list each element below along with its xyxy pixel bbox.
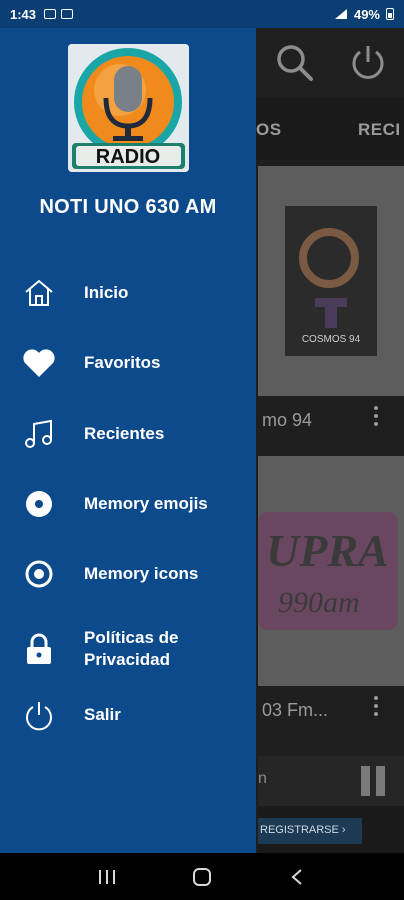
more-options-icon[interactable] — [374, 696, 378, 720]
menu-item-label: Memory icons — [84, 564, 199, 583]
home-icon — [22, 276, 56, 310]
menu-item-label: Políticas de Privacidad — [84, 628, 179, 669]
upra-logo-text: UPRA — [266, 525, 389, 576]
battery-percent: 49% — [353, 6, 380, 22]
more-options-icon[interactable] — [374, 406, 378, 430]
station-card[interactable]: COSMOS 94 mo 94 — [258, 166, 404, 448]
menu-item-label: Favoritos — [84, 353, 161, 372]
mini-player[interactable]: n — [258, 756, 404, 806]
navigation-drawer: RADIO NOTI UNO 630 AM Inicio Favoritos R… — [0, 28, 256, 853]
player-title: n — [258, 770, 267, 787]
power-icon — [22, 698, 56, 732]
menu-item-inicio[interactable]: Inicio — [0, 265, 256, 321]
system-nav-bar — [0, 853, 404, 900]
notification-icons — [44, 9, 74, 19]
radio-logo-text: RADIO — [96, 146, 160, 168]
search-icon[interactable] — [274, 42, 314, 82]
music-note-icon — [22, 417, 56, 451]
status-bar: 1:43 49% — [0, 0, 404, 28]
radio-button-icon — [22, 557, 56, 591]
tab-recent[interactable]: RECI — [358, 120, 401, 140]
station-name: 03 Fm... — [258, 686, 404, 738]
menu-item-label: Salir — [84, 705, 121, 724]
menu-item-memory-emojis[interactable]: Memory emojis — [0, 476, 256, 532]
menu-item-label: Memory emojis — [84, 494, 208, 513]
power-icon[interactable] — [348, 42, 388, 82]
cosmos-logo-text: COSMOS 94 — [302, 334, 361, 345]
back-icon[interactable] — [282, 865, 312, 889]
pause-icon[interactable] — [358, 764, 388, 798]
home-button-icon[interactable] — [187, 865, 217, 889]
menu-item-label: Inicio — [84, 283, 129, 302]
lock-icon — [22, 632, 56, 666]
menu-item-label: Recientes — [84, 424, 165, 443]
heart-icon — [22, 346, 56, 380]
app-notification-icon — [61, 9, 74, 19]
system-indicators: 49% — [334, 7, 394, 22]
menu-item-recientes[interactable]: Recientes — [0, 406, 256, 462]
tab-stations[interactable]: OS — [256, 120, 282, 140]
menu-item-privacidad[interactable]: Políticas de Privacidad — [0, 618, 256, 680]
station-name: mo 94 — [258, 396, 404, 448]
menu-item-memory-icons[interactable]: Memory icons — [0, 546, 256, 602]
image-icon — [44, 9, 57, 19]
ad-banner: REGISTRARSE › — [258, 806, 404, 853]
battery-icon — [386, 8, 394, 20]
station-title: NOTI UNO 630 AM — [39, 196, 217, 218]
status-time: 1:43 — [10, 6, 37, 22]
station-logo-upra: UPRA 990am — [258, 456, 404, 686]
register-button[interactable]: REGISTRARSE › — [258, 818, 362, 844]
signal-icon — [334, 9, 347, 19]
menu-item-favoritos[interactable]: Favoritos — [0, 335, 256, 391]
station-logo-cosmos: COSMOS 94 — [258, 166, 404, 396]
station-card[interactable]: UPRA 990am 03 Fm... — [258, 456, 404, 738]
menu-item-salir[interactable]: Salir — [0, 687, 256, 743]
disc-icon — [22, 487, 56, 521]
recents-icon[interactable] — [92, 865, 122, 889]
radio-logo: RADIO — [68, 44, 189, 172]
upra-logo-subtext: 990am — [278, 586, 360, 619]
